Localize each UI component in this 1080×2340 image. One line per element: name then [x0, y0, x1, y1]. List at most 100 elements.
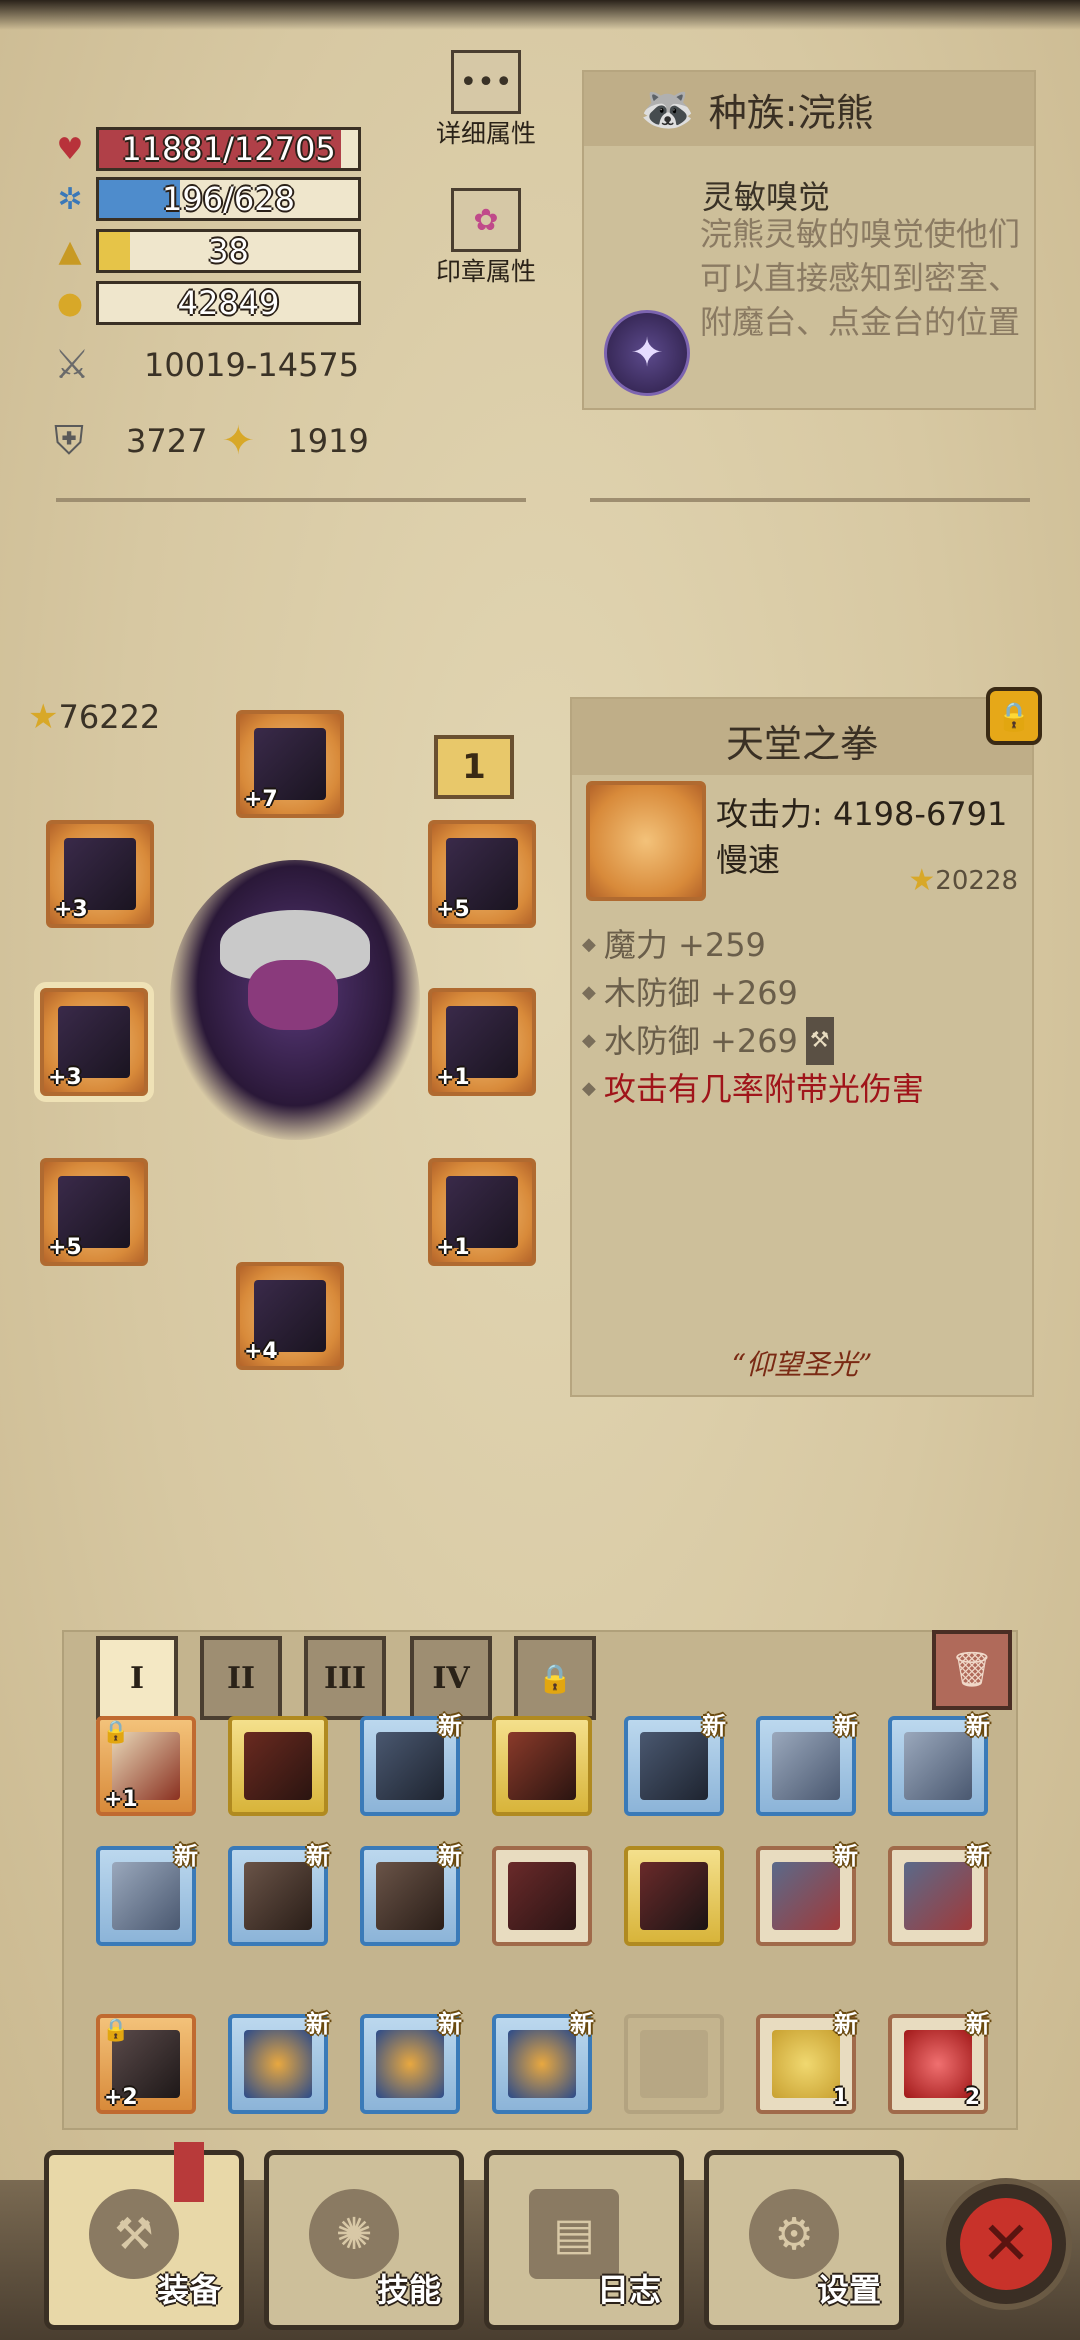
inventory-item[interactable] [624, 1846, 724, 1946]
item-stat: ◆ 魔力 +259 [582, 921, 924, 969]
seal-attrs-button[interactable]: ✿ 印章属性 [416, 188, 556, 288]
shield-icon: ⛨ [54, 418, 84, 464]
skill-description: 浣熊灵敏的嗅觉使他们可以直接感知到密室、附魔台、点金台的位置 [700, 215, 1021, 341]
pants-icon [112, 1862, 180, 1930]
new-badge: 新 [834, 2010, 858, 2038]
inventory-item[interactable]: 新 [888, 1712, 990, 1816]
inventory-item[interactable] [492, 1716, 592, 1816]
inventory-item[interactable]: 新 [492, 2010, 594, 2114]
slot-level: +7 [244, 787, 278, 812]
special-text: 攻击有几率附带光伤害 [603, 1070, 924, 1108]
inventory-item[interactable] [228, 1716, 328, 1816]
level-value: 38 [208, 232, 249, 270]
lock-icon[interactable]: 🔒 [986, 687, 1042, 745]
equipment-page-tag[interactable]: 1 [434, 735, 514, 799]
item-attack: 攻击力: 4198-6791 [716, 795, 1008, 833]
new-badge: 新 [966, 1842, 990, 1870]
inventory-item[interactable]: 新 1 [756, 2010, 858, 2114]
scroll-icon [772, 2030, 840, 2098]
slot-chest[interactable]: +1 [428, 1158, 536, 1266]
item-detail-panel: 天堂之拳 🔒 攻击力: 4198-6791 慢速 ★ 20228 ◆ 魔力 +25… [570, 687, 1042, 1397]
inventory-item[interactable]: 新 [360, 2010, 462, 2114]
slot-helmet[interactable]: +7 [236, 710, 344, 818]
heart-icon: ♥ [56, 131, 84, 167]
new-badge: 新 [306, 1842, 330, 1870]
slot-level: +1 [436, 1235, 470, 1260]
inventory-item[interactable]: 新 [360, 1712, 462, 1816]
bracer-icon [904, 1862, 972, 1930]
slot-gloves[interactable]: +5 [40, 1158, 148, 1266]
gold-bar: 42849 [96, 281, 361, 325]
tab-page-1[interactable]: I [96, 1636, 178, 1720]
divider-left [56, 498, 526, 502]
helmet-icon [640, 1732, 708, 1800]
new-badge: 新 [438, 1842, 462, 1870]
skill-icon[interactable]: ✦ [604, 310, 690, 396]
gold-row: ● 42849 [50, 280, 361, 326]
inventory-item[interactable]: 🔒 +2 [96, 2014, 196, 2114]
mp-row: ✲ 196/628 [50, 176, 361, 222]
diamond-icon: ◆ [582, 1078, 596, 1099]
pants-icon [772, 1732, 840, 1800]
diamond-icon: ◆ [582, 934, 596, 955]
inventory-item[interactable]: 新 [228, 2010, 330, 2114]
exp-bar: 38 [96, 229, 361, 273]
race-panel: 🦝 种族:浣熊 灵敏嗅觉 浣熊灵敏的嗅觉使他们可以直接感知到密室、附魔台、点金台… [582, 70, 1036, 410]
new-badge: 新 [438, 1712, 462, 1740]
divider-right [590, 498, 1030, 502]
trash-button[interactable]: 🗑 [932, 1630, 1012, 1710]
tab-page-2[interactable]: II [200, 1636, 282, 1720]
slot-weapon[interactable]: +3 [40, 988, 148, 1096]
new-badge: 新 [306, 2010, 330, 2038]
detail-attrs-button[interactable]: ••• 详细属性 [416, 50, 556, 150]
new-badge: 新 [966, 2010, 990, 2038]
star-icon: ★ [908, 863, 936, 898]
trash-icon: 🗑 [950, 1650, 994, 1690]
inventory-item[interactable]: 新 [756, 1842, 858, 1946]
inventory-item[interactable]: 新 2 [888, 2010, 990, 2114]
attack-row: ⚔ 10019-14575 [54, 342, 359, 388]
inventory-item[interactable]: 新 [624, 1712, 726, 1816]
raccoon-icon: 🦝 [640, 84, 695, 135]
inventory-item[interactable]: 🔒 +1 [96, 1716, 196, 1816]
new-badge: 新 [702, 1712, 726, 1740]
nav-skills-label: 技能 [376, 2271, 441, 2309]
close-button[interactable]: ✕ [940, 2178, 1072, 2310]
empty-slot[interactable] [624, 2014, 724, 2114]
tab-locked[interactable]: 🔒 [514, 1636, 596, 1720]
nav-equip[interactable]: ⚒ 装备 [44, 2150, 244, 2330]
nav-skills[interactable]: ✺ 技能 [264, 2150, 464, 2330]
character-portrait [170, 860, 420, 1140]
tab-page-3[interactable]: III [304, 1636, 386, 1720]
inventory-item[interactable]: 新 [360, 1842, 462, 1946]
stat-text: 木防御 +269 [603, 974, 798, 1012]
hp-value: 11881/12705 [121, 130, 336, 168]
new-badge: 新 [438, 2010, 462, 2038]
slot-armor[interactable]: +5 [428, 820, 536, 928]
inventory-item[interactable]: 新 [228, 1842, 330, 1946]
slot-amulet[interactable]: +3 [46, 820, 154, 928]
boots-icon [376, 1862, 444, 1930]
inventory-item[interactable]: 新 [96, 1842, 198, 1946]
seal-attrs-label: 印章属性 [435, 257, 536, 286]
crit-value: 1919 [287, 422, 369, 460]
stat-text: 水防御 +269 [603, 1022, 798, 1060]
slot-level: +3 [54, 897, 88, 922]
crit-icon: ✦ [221, 418, 255, 464]
inventory-item[interactable] [492, 1846, 592, 1946]
item-level: +2 [104, 2085, 138, 2110]
slot-offhand[interactable]: +1 [428, 988, 536, 1096]
nav-settings[interactable]: ⚙ 设置 [704, 2150, 904, 2330]
inventory-item[interactable]: 新 [756, 1712, 858, 1816]
nav-log-label: 日志 [596, 2271, 661, 2309]
lock-icon: 🔒 [102, 2018, 130, 2043]
flower-icon: ✿ [451, 188, 521, 252]
close-icon: ✕ [960, 2198, 1052, 2290]
inventory-item[interactable]: 新 [888, 1842, 990, 1946]
item-header: 天堂之拳 [572, 699, 1032, 775]
slot-boots[interactable]: +4 [236, 1262, 344, 1370]
race-title: 种族:浣熊 [708, 90, 874, 135]
gear-score: ★ 76222 [28, 697, 160, 737]
nav-equip-label: 装备 [156, 2271, 221, 2309]
nav-log[interactable]: ▤ 日志 [484, 2150, 684, 2330]
